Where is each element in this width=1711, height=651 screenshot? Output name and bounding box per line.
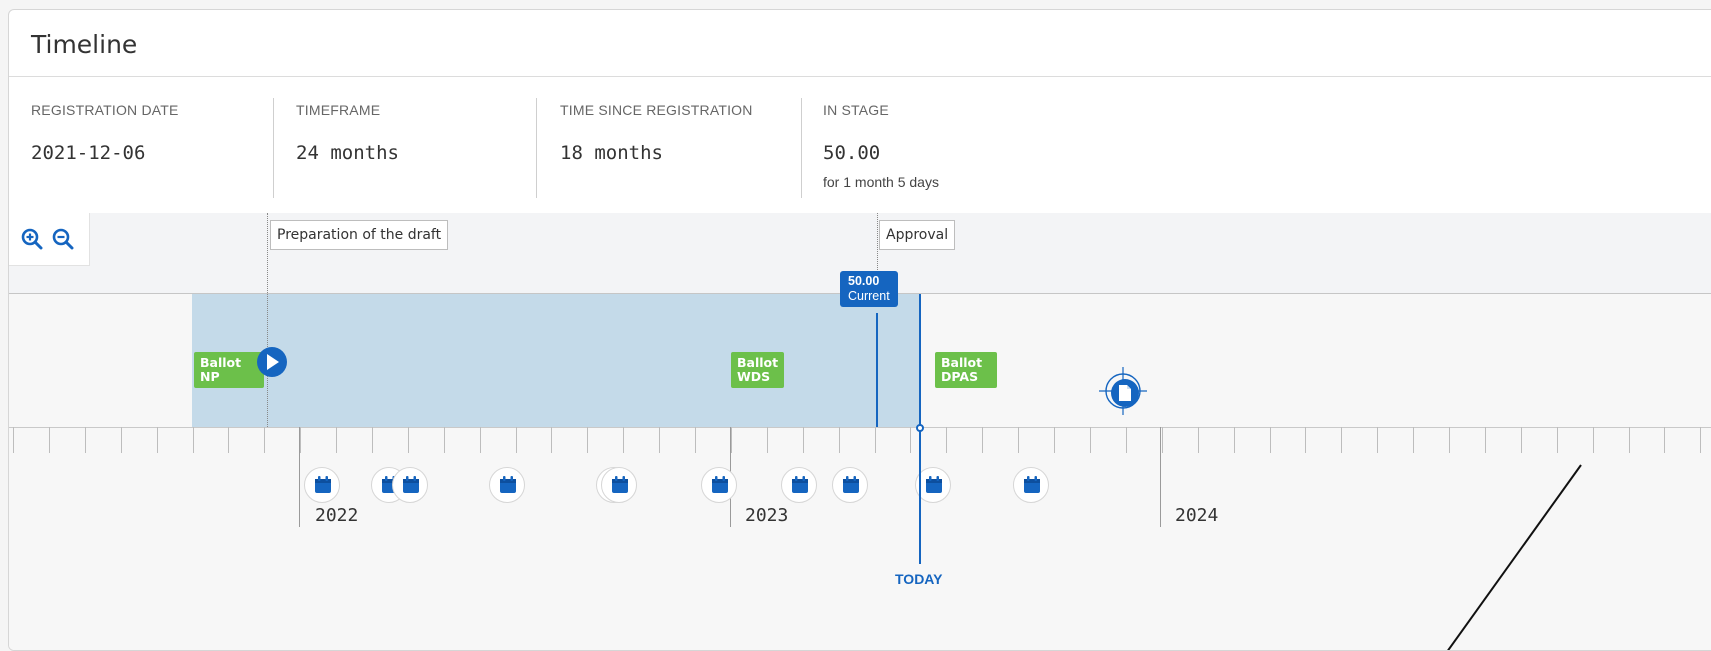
stat-divider [273,98,274,198]
axis-tick [49,427,50,453]
title-divider [9,76,1711,77]
timeline-area[interactable]: Preparation of the draft Approval Ballot… [9,213,1711,650]
calendar-icon[interactable] [304,467,340,503]
ballot-stage: WDS [737,369,771,384]
axis-tick [839,427,840,453]
ballot-dpas[interactable]: Ballot DPAS [935,352,997,388]
stat-divider [536,98,537,198]
in-stage-label: IN STAGE [823,102,889,118]
calendar-icon[interactable] [1013,467,1049,503]
axis-tick [946,427,947,453]
axis-tick [695,427,696,453]
axis-tick [659,427,660,453]
play-icon[interactable] [256,346,288,378]
axis-tick [1341,427,1342,453]
year-label: 2023 [745,505,789,526]
calendar-icon[interactable] [601,467,637,503]
axis-tick [875,427,876,453]
axis-tick [1162,427,1163,453]
year-label: 2024 [1175,505,1219,526]
axis-tick [408,427,409,453]
year-tick [1160,427,1161,527]
axis-tick [587,427,588,453]
axis-tick [264,427,265,453]
axis-tick [1198,427,1199,453]
calendar-icon[interactable] [392,467,428,503]
registration-date-label: REGISTRATION DATE [31,102,179,118]
timeframe-range [192,294,921,427]
axis-tick [551,427,552,453]
diagonal-line [1447,464,1582,650]
ballot-stage: DPAS [941,369,979,384]
axis-tick [300,427,301,453]
axis-tick [336,427,337,453]
stage-label-preparation: Preparation of the draft [270,220,449,250]
axis-tick [1377,427,1378,453]
today-label: TODAY [895,571,943,587]
axis-tick [13,427,14,453]
year-tick [299,427,300,527]
axis-tick [516,427,517,453]
axis-tick [1126,427,1127,453]
calendar-icon[interactable] [832,467,868,503]
axis-tick [444,427,445,453]
current-stage-badge[interactable]: 50.00 Current [840,271,898,307]
target-document-icon[interactable] [1099,367,1147,415]
axis-tick [480,427,481,453]
timeframe-label: TIMEFRAME [296,102,381,118]
registration-date-value: 2021-12-06 [31,142,146,164]
axis-tick [1234,427,1235,453]
axis-tick [1305,427,1306,453]
today-marker [916,424,924,432]
current-line [876,313,878,427]
axis-tick [910,427,911,453]
current-stage-label: Current [848,289,890,303]
time-since-registration-value: 18 months [560,142,663,164]
timeline-panel: Timeline REGISTRATION DATE 2021-12-06 TI… [8,9,1711,651]
axis-tick [731,427,732,453]
axis-tick [85,427,86,453]
ballot-title: Ballot [737,355,779,370]
axis-tick [228,427,229,453]
calendar-icon[interactable] [781,467,817,503]
axis-tick [1018,427,1019,453]
timeframe-value: 24 months [296,142,399,164]
axis-tick [623,427,624,453]
axis-tick [767,427,768,453]
in-stage-value: 50.00 [823,142,881,164]
panel-title: Timeline [31,30,138,59]
ballot-title: Ballot [200,355,242,370]
time-since-registration-label: TIME SINCE REGISTRATION [560,102,753,118]
axis-tick [1054,427,1055,453]
axis-tick [121,427,122,453]
axis-tick [803,427,804,453]
zoom-in-icon[interactable] [21,228,43,250]
calendar-icon[interactable] [701,467,737,503]
zoom-controls [9,213,90,266]
axis-tick [1270,427,1271,453]
year-label: 2022 [315,505,359,526]
axis-tick [982,427,983,453]
stat-divider [801,98,802,198]
axis-tick [193,427,194,453]
calendar-icon[interactable] [489,467,525,503]
ballot-wds[interactable]: Ballot WDS [731,352,785,388]
ballot-np[interactable]: Ballot NP [194,352,264,388]
ballot-stage: NP [200,369,220,384]
axis-tick [372,427,373,453]
axis-tick [157,427,158,453]
ballot-title: Ballot [941,355,983,370]
axis-tick [1090,427,1091,453]
zoom-out-icon[interactable] [52,228,74,250]
in-stage-duration: for 1 month 5 days [823,174,939,190]
current-stage-value: 50.00 [848,274,880,288]
stage-label-approval: Approval [879,220,956,250]
